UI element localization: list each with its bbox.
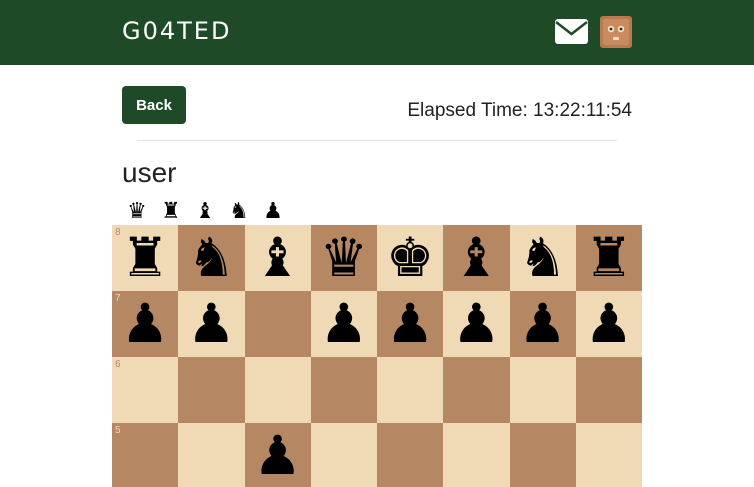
captured-rook-icon: ♜	[161, 199, 181, 224]
square-d6[interactable]	[310, 357, 377, 423]
square-g7[interactable]: ♟	[509, 291, 576, 357]
avatar[interactable]	[600, 16, 632, 48]
square-e6[interactable]	[377, 357, 444, 423]
navbar: G04TED	[0, 0, 754, 65]
square-c8[interactable]: ♝	[244, 225, 311, 291]
back-button[interactable]: Back	[122, 86, 186, 124]
square-b5[interactable]	[178, 423, 245, 487]
captured-knight-icon: ♞	[229, 199, 249, 224]
square-d7[interactable]: ♟	[310, 291, 377, 357]
chess-piece-icon[interactable]: ♚	[386, 231, 434, 285]
divider	[137, 140, 617, 141]
rank-label: 7	[115, 293, 121, 304]
square-e8[interactable]: ♚	[377, 225, 444, 291]
square-h7[interactable]: ♟	[575, 291, 642, 357]
square-h6[interactable]	[575, 357, 642, 423]
square-f8[interactable]: ♝	[443, 225, 510, 291]
square-g6[interactable]	[509, 357, 576, 423]
rank-label: 6	[115, 359, 121, 370]
square-h8[interactable]: ♜	[575, 225, 642, 291]
chess-piece-icon[interactable]: ♜	[121, 231, 169, 285]
square-b7[interactable]: ♟	[178, 291, 245, 357]
elapsed-time: Elapsed Time: 13:22:11:54	[407, 100, 632, 121]
square-h5[interactable]	[575, 423, 642, 487]
chess-piece-icon[interactable]: ♝	[452, 231, 500, 285]
square-f7[interactable]: ♟	[443, 291, 510, 357]
square-e7[interactable]: ♟	[377, 291, 444, 357]
chess-piece-icon[interactable]: ♟	[253, 429, 301, 483]
square-a5[interactable]: 5	[112, 423, 179, 487]
square-f5[interactable]	[443, 423, 510, 487]
captured-pieces: ♛ ♜ ♝ ♞ ♟	[121, 198, 289, 226]
opponent-name: user	[122, 157, 177, 188]
square-b8[interactable]: ♞	[178, 225, 245, 291]
chess-piece-icon[interactable]: ♟	[386, 297, 434, 351]
brand-logo[interactable]: G04TED	[122, 17, 231, 45]
captured-bishop-icon: ♝	[195, 199, 215, 224]
chess-piece-icon[interactable]: ♝	[253, 231, 301, 285]
square-g8[interactable]: ♞	[509, 225, 576, 291]
chess-piece-icon[interactable]: ♟	[320, 297, 368, 351]
chess-piece-icon[interactable]: ♟	[121, 297, 169, 351]
square-a8[interactable]: 8 ♜	[112, 225, 179, 291]
chess-piece-icon[interactable]: ♛	[320, 231, 368, 285]
square-c5[interactable]: ♟	[244, 423, 311, 487]
chess-piece-icon[interactable]: ♟	[187, 297, 235, 351]
captured-queen-icon: ♛	[127, 199, 147, 224]
chess-piece-icon[interactable]: ♟	[518, 297, 566, 351]
square-c6[interactable]	[244, 357, 311, 423]
rank-label: 5	[115, 425, 121, 436]
chess-piece-icon[interactable]: ♞	[518, 231, 566, 285]
square-e5[interactable]	[377, 423, 444, 487]
square-d8[interactable]: ♛	[310, 225, 377, 291]
chess-board: 8 ♜ ♞ ♝ ♛ ♚ ♝ ♞ ♜ 7 ♟ ♟ ♟ ♟ ♟ ♟ ♟ 6 5 ♟	[112, 225, 642, 487]
square-g5[interactable]	[509, 423, 576, 487]
chess-piece-icon[interactable]: ♜	[585, 231, 633, 285]
square-a6[interactable]: 6	[112, 357, 179, 423]
square-c7[interactable]	[244, 291, 311, 357]
chess-piece-icon[interactable]: ♟	[585, 297, 633, 351]
square-d5[interactable]	[310, 423, 377, 487]
rank-label: 8	[115, 227, 121, 238]
mail-icon[interactable]	[555, 19, 588, 44]
square-a7[interactable]: 7 ♟	[112, 291, 179, 357]
square-f6[interactable]	[443, 357, 510, 423]
chess-piece-icon[interactable]: ♟	[452, 297, 500, 351]
square-b6[interactable]	[178, 357, 245, 423]
captured-pawn-icon: ♟	[263, 199, 283, 224]
chess-piece-icon[interactable]: ♞	[187, 231, 235, 285]
